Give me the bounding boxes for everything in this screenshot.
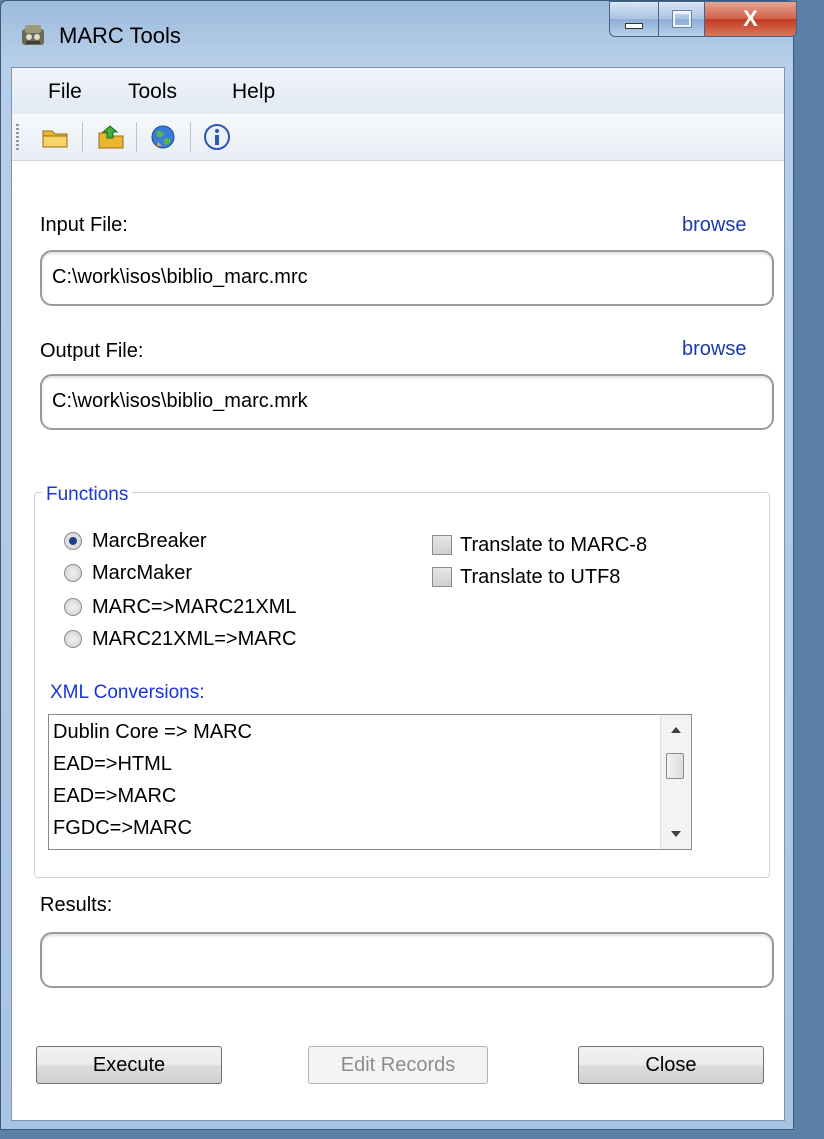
checkbox-box[interactable] [432, 567, 452, 587]
info-icon[interactable] [202, 122, 232, 152]
toolbar-grip[interactable] [16, 124, 19, 150]
maximize-button[interactable] [659, 1, 705, 37]
input-file-label: Input File: [40, 214, 128, 236]
radio-button[interactable] [64, 630, 82, 648]
export-icon[interactable] [96, 122, 126, 152]
maximize-icon [672, 11, 691, 27]
minimize-icon [625, 23, 643, 29]
scroll-down-icon[interactable] [671, 831, 681, 837]
caption-buttons: X [609, 1, 797, 39]
output-file-field[interactable]: C:\work\isos\biblio_marc.mrk [40, 374, 774, 430]
menu-bar: File Tools Help [12, 68, 784, 114]
radio-marcmaker[interactable]: MarcMaker [64, 558, 192, 588]
close-window-button[interactable]: X [705, 1, 797, 37]
results-label: Results: [40, 894, 113, 916]
input-browse-link[interactable]: browse [682, 214, 746, 237]
xml-conversions-list[interactable]: Dublin Core => MARC EAD=>HTML EAD=>MARC … [48, 714, 692, 850]
list-scrollbar[interactable] [660, 715, 691, 849]
toolbar [12, 114, 784, 161]
radio-selected-dot [69, 537, 77, 545]
output-browse-link[interactable]: browse [682, 338, 746, 361]
checkbox-translate-marc8[interactable]: Translate to MARC-8 [432, 530, 647, 560]
client-area: File Tools Help Input File: browse C:\wo… [11, 67, 785, 1121]
radio-button[interactable] [64, 532, 82, 550]
folder-open-icon[interactable] [40, 122, 70, 152]
minimize-button[interactable] [609, 1, 659, 37]
edit-records-button: Edit Records [308, 1046, 488, 1084]
toolbar-separator [136, 122, 137, 152]
execute-button[interactable]: Execute [36, 1046, 222, 1084]
radio-label: MarcBreaker [92, 529, 207, 552]
radio-label: MARC=>MARC21XML [92, 595, 297, 618]
radio-label: MARC21XML=>MARC [92, 627, 297, 650]
close-button[interactable]: Close [578, 1046, 764, 1084]
menu-help[interactable]: Help [232, 80, 275, 104]
output-file-label: Output File: [40, 340, 144, 362]
scroll-thumb[interactable] [666, 753, 684, 779]
results-field[interactable] [40, 932, 774, 988]
radio-marc-to-marc21xml[interactable]: MARC=>MARC21XML [64, 592, 297, 622]
list-item[interactable]: FGDC=>MARC [53, 817, 192, 840]
radio-button[interactable] [64, 598, 82, 616]
title-bar[interactable]: MARC Tools X [1, 1, 797, 67]
app-window: MARC Tools X File Tools Help Input File:… [0, 0, 797, 1130]
radio-button[interactable] [64, 564, 82, 582]
scroll-up-icon[interactable] [671, 727, 681, 733]
toolbar-separator [190, 122, 191, 152]
toolbar-separator [82, 122, 83, 152]
close-icon: X [743, 6, 758, 31]
xml-conversions-label: XML Conversions: [50, 682, 205, 703]
checkbox-label: Translate to MARC-8 [460, 533, 648, 556]
radio-marc21xml-to-marc[interactable]: MARC21XML=>MARC [64, 624, 297, 654]
globe-icon[interactable] [148, 122, 178, 152]
radio-marcbreaker[interactable]: MarcBreaker [64, 526, 206, 556]
window-title: MARC Tools [59, 23, 181, 48]
input-file-field[interactable]: C:\work\isos\biblio_marc.mrc [40, 250, 774, 306]
radio-label: MarcMaker [92, 561, 193, 584]
list-item[interactable]: EAD=>MARC [53, 785, 176, 808]
list-item[interactable]: Dublin Core => MARC [53, 721, 252, 744]
checkbox-label: Translate to UTF8 [460, 565, 621, 588]
functions-group-title: Functions [42, 484, 133, 506]
checkbox-box[interactable] [432, 535, 452, 555]
app-icon [22, 25, 44, 45]
menu-tools[interactable]: Tools [128, 80, 177, 104]
checkbox-translate-utf8[interactable]: Translate to UTF8 [432, 562, 620, 592]
list-item[interactable]: EAD=>HTML [53, 753, 172, 776]
menu-file[interactable]: File [48, 80, 82, 104]
